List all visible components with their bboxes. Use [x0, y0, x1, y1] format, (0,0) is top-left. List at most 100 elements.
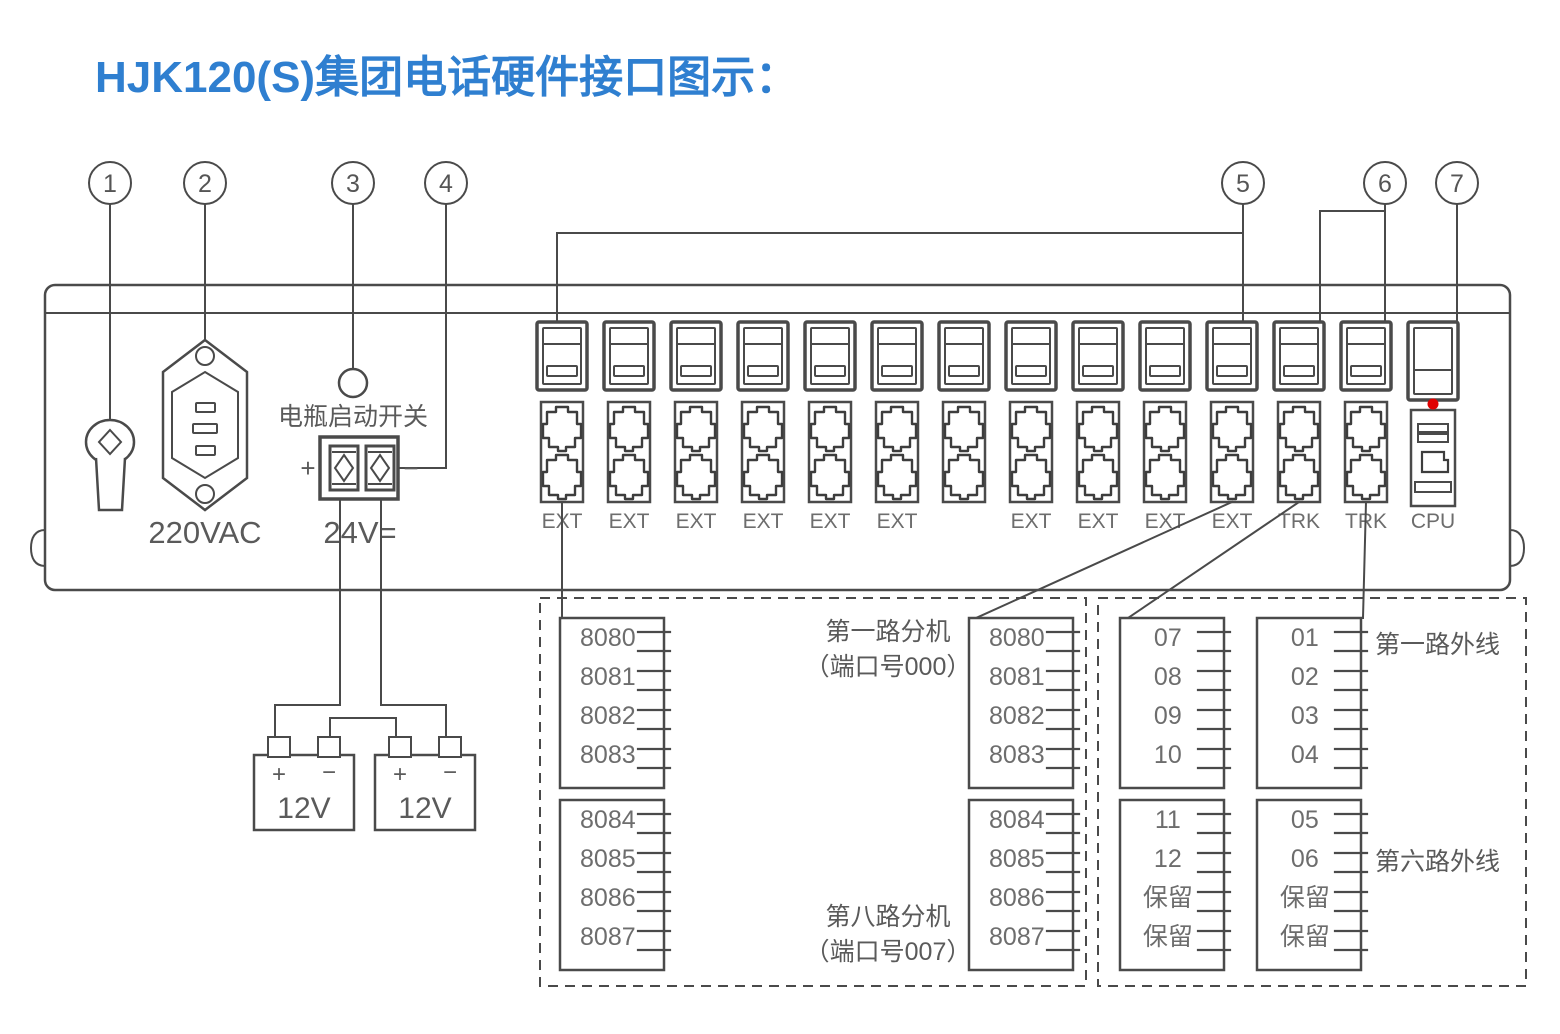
port-module-13-cpu[interactable]: CPU	[1406, 320, 1460, 533]
terminal-block-trk-block-left: 070809101112保留保留	[1118, 616, 1232, 972]
module-top-slot-7	[1015, 365, 1047, 377]
module-label-11: TRK	[1278, 510, 1320, 533]
port-module-8-ext[interactable]: EXT	[1071, 320, 1125, 533]
module-label-2: EXT	[676, 510, 717, 533]
annotation-sixth-trunk: 第六路外线	[1375, 848, 1500, 876]
port-module-2-ext[interactable]: EXT	[669, 320, 723, 533]
callout-label-5: 5	[1236, 170, 1250, 198]
power-inlet-screw-bottom	[195, 484, 215, 504]
callout-6[interactable]: 6	[1363, 161, 1407, 205]
dc-terminal-label: 24V=	[323, 515, 396, 550]
battery-2: + − 12V	[373, 736, 477, 832]
callout-2[interactable]: 2	[183, 161, 227, 205]
block-pin-label-trk-block-left-u-1: 08	[1154, 663, 1182, 691]
port-module-5-ext[interactable]: EXT	[870, 320, 924, 533]
callout-label-1: 1	[103, 170, 117, 198]
battery-switch-button[interactable]	[337, 367, 369, 399]
module-jack-upper-6	[943, 405, 985, 453]
block-pin-label-ext-block-right-l-1: 8085	[989, 845, 1045, 873]
cpu-status-led	[1427, 398, 1439, 410]
block-pin-label-trk-block-left-u-2: 09	[1154, 702, 1182, 730]
callout-4[interactable]: 4	[424, 161, 468, 205]
module-jack-lower-11	[1278, 453, 1320, 501]
module-label-7: EXT	[1011, 510, 1052, 533]
module-top-slot-1	[613, 365, 645, 377]
port-module-1-ext[interactable]: EXT	[602, 320, 656, 533]
module-jack-lower-10	[1211, 453, 1253, 501]
chassis-ear-left	[29, 529, 46, 567]
annotation-first-trunk: 第一路外线	[1375, 631, 1500, 659]
callout-label-3: 3	[346, 170, 360, 198]
block-pin-label-trk-block-right-l-1: 06	[1291, 845, 1319, 873]
module-jack-lower-7	[1010, 453, 1052, 501]
callout-1[interactable]: 1	[88, 161, 132, 205]
module-jack-lower-5	[876, 453, 918, 501]
block-pin-label-trk-block-right-u-3: 04	[1291, 741, 1319, 769]
battery-1: + − 12V	[252, 736, 356, 832]
block-pin-label-ext-block-right-u-3: 8083	[989, 741, 1045, 769]
terminal-block-ext-block-right: 8080 8081 8082 8083 8084 8085 8086 8087	[967, 616, 1081, 972]
annotation-first-extension-port: （端口号000）	[805, 653, 972, 681]
module-jack-lower-0	[541, 453, 583, 501]
module-jack-upper-0	[541, 405, 583, 453]
module-top-slot-6	[948, 365, 980, 377]
block-pin-label-trk-block-right-l-2: 保留	[1280, 884, 1330, 912]
module-top-slot-11	[1283, 365, 1315, 377]
module-top-slot-3	[747, 365, 779, 377]
module-top-slot-4	[814, 365, 846, 377]
terminal-block-trk-block-right: 010203040506保留保留	[1255, 616, 1369, 972]
port-module-3-ext[interactable]: EXT	[736, 320, 790, 533]
hardware-interface-diagram: HJK120(S)集团电话硬件接口图示：1 2 3 4 5 6 7220VAC电瓶启动开关+…	[29, 53, 1527, 987]
module-jack-upper-8	[1077, 405, 1119, 453]
power-inlet: 220VAC	[148, 338, 262, 550]
port-module-7-ext[interactable]: EXT	[1004, 320, 1058, 533]
battery-minus-sign-2: −	[443, 759, 457, 786]
page-title-text: HJK120(S)集团电话硬件接口图示：	[95, 53, 799, 102]
diagram-canvas: HJK120(S)集团电话硬件接口图示： 1 2 3 4 5 6 7 220VAC 电瓶启动开关 +…	[0, 0, 1560, 1034]
battery-post-minus-2	[438, 736, 462, 758]
module-jack-upper-12	[1345, 405, 1387, 453]
module-label-8: EXT	[1078, 510, 1119, 533]
cpu-header-row-1	[1417, 423, 1449, 433]
module-top-slot-0	[546, 365, 578, 377]
dc-terminal-plus: +	[300, 453, 315, 483]
page-title: HJK120(S)集团电话硬件接口图示：	[95, 53, 799, 102]
module-label-4: EXT	[810, 510, 851, 533]
block-pin-label-trk-block-left-l-1: 12	[1154, 845, 1182, 873]
battery-voltage-1: 12V	[277, 792, 330, 825]
battery-switch-label: 电瓶启动开关	[278, 403, 428, 431]
dc-terminal-minus: −	[403, 453, 418, 483]
block-pin-label-trk-block-left-u-0: 07	[1154, 624, 1182, 652]
block-pin-label-trk-block-left-l-2: 保留	[1143, 884, 1193, 912]
block-pin-label-trk-block-right-l-3: 保留	[1280, 923, 1330, 951]
port-module-4-ext[interactable]: EXT	[803, 320, 857, 533]
block-pin-label-trk-block-left-l-0: 11	[1155, 806, 1181, 834]
power-inlet-pin-n	[195, 445, 216, 456]
callout-3[interactable]: 3	[331, 161, 375, 205]
block-pin-label-ext-block-right-l-0: 8084	[989, 806, 1045, 834]
power-inlet-pin-e	[192, 423, 218, 434]
battery-plus-sign-2: +	[393, 761, 407, 788]
module-jack-upper-3	[742, 405, 784, 453]
module-jack-upper-11	[1278, 405, 1320, 453]
power-inlet-label: 220VAC	[148, 515, 261, 550]
callout-7[interactable]: 7	[1435, 161, 1479, 205]
module-jack-upper-4	[809, 405, 851, 453]
callout-label-7: 7	[1450, 170, 1464, 198]
battery-post-plus-2	[388, 736, 412, 758]
block-pin-label-ext-block-left-u-0: 8080	[580, 624, 636, 652]
module-jack-lower-1	[608, 453, 650, 501]
block-pin-label-ext-block-left-u-1: 8081	[580, 663, 636, 691]
module-jack-upper-5	[876, 405, 918, 453]
callout-label-4: 4	[439, 170, 453, 198]
port-module-6-ext[interactable]	[937, 320, 991, 504]
battery-post-plus-1	[267, 736, 291, 758]
power-inlet-pin-l	[195, 402, 216, 413]
module-jack-upper-9	[1144, 405, 1186, 453]
callout-5[interactable]: 5	[1221, 161, 1265, 205]
module-jack-upper-7	[1010, 405, 1052, 453]
battery-post-minus-1	[317, 736, 341, 758]
module-label-3: EXT	[743, 510, 784, 533]
port-module-9-ext[interactable]: EXT	[1138, 320, 1192, 533]
block-pin-label-ext-block-left-u-2: 8082	[580, 702, 636, 730]
